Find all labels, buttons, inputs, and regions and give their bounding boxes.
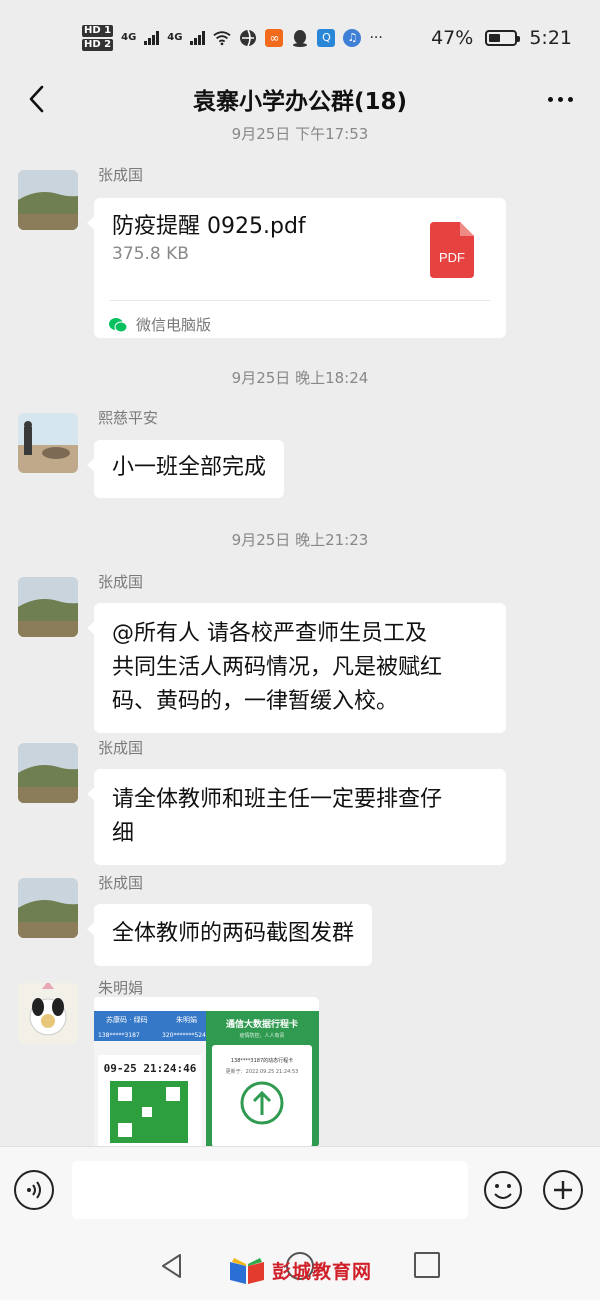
- svg-text:138****3187的动态行程卡: 138****3187的动态行程卡: [231, 1057, 293, 1064]
- timestamp: 9月25日 下午17:53: [231, 125, 369, 143]
- message-bubble[interactable]: 请全体教师和班主任一定要排查仔 细: [87, 769, 506, 865]
- file-source: 微信电脑版: [108, 308, 211, 342]
- music-icon: ♫: [343, 28, 362, 47]
- message-item: 张成国 请全体教师和班主任一定要排查仔 细: [18, 739, 582, 865]
- hd2-badge: HD 2: [82, 38, 114, 51]
- svg-text:PDF: PDF: [439, 250, 465, 265]
- voice-button[interactable]: [14, 1170, 54, 1210]
- sender-name: 张成国: [98, 573, 144, 591]
- timestamp: 9月25日 晚上18:24: [231, 369, 369, 387]
- hd1-badge: HD 1: [82, 24, 114, 37]
- message-bubble[interactable]: 全体教师的两码截图发群: [86, 904, 373, 966]
- globe-icon: [239, 29, 257, 47]
- svg-text:通信大数据行程卡: 通信大数据行程卡: [226, 1018, 298, 1030]
- back-button[interactable]: [18, 81, 54, 117]
- file-message[interactable]: 防疫提醒 0925.pdf 375.8 KB PDF 微信电脑版: [87, 198, 506, 338]
- wechat-icon: [109, 318, 128, 333]
- status-bar: HD 1 HD 2 4G 4G ∞ Q ♫ ··· 47% 5:21: [0, 0, 600, 75]
- file-source-label: 微信电脑版: [136, 316, 212, 334]
- message-item: 朱明娟 苏康码 · 绿码 朱明娟 138*****3187 320*******…: [18, 979, 582, 1146]
- message-line: 共同生活人两码情况，凡是被赋红: [112, 655, 443, 680]
- more-notifications-icon: ···: [369, 29, 383, 46]
- timestamp: 9月25日 晚上21:23: [231, 531, 369, 549]
- svg-text:320*******524: 320*******524: [162, 1032, 206, 1039]
- clock: 5:21: [529, 26, 572, 49]
- avatar[interactable]: [18, 878, 78, 938]
- chat-header: 袁寨小学办公群(18): [0, 75, 600, 123]
- svg-text:朱明娟: 朱明娟: [176, 1015, 197, 1024]
- sender-name: 张成国: [98, 739, 144, 757]
- app-icon-orange: ∞: [265, 28, 284, 47]
- message-item: 张成国 全体教师的两码截图发群: [18, 874, 582, 968]
- watermark-text: 彭城教育网: [272, 1260, 373, 1283]
- avatar[interactable]: [18, 743, 78, 803]
- message-input[interactable]: [72, 1161, 468, 1219]
- nav-recent-icon[interactable]: [414, 1252, 440, 1278]
- sender-name: 熙慈平安: [98, 409, 159, 427]
- app-icon-blue: Q: [317, 28, 336, 47]
- message-line: 码、黄码的，一律暂缓入校。: [112, 689, 399, 714]
- sender-name: 张成国: [98, 874, 144, 892]
- network-type-1: 4G: [121, 32, 137, 43]
- battery-icon: [485, 29, 521, 46]
- avatar[interactable]: [18, 413, 78, 473]
- sender-name: 张成国: [98, 166, 144, 184]
- avatar[interactable]: [18, 983, 78, 1043]
- svg-text:疫情防控，人人有责: 疫情防控，人人有责: [239, 1032, 284, 1039]
- sender-name: 朱明娟: [98, 979, 144, 997]
- message-item: 张成国 @所有人 请各校严查师生员工及 共同生活人两码情况，凡是被赋红 码、黄码…: [18, 573, 582, 733]
- message-bubble[interactable]: @所有人 请各校严查师生员工及 共同生活人两码情况，凡是被赋红 码、黄码的，一律…: [87, 603, 506, 733]
- message-list[interactable]: 9月25日 下午17:53 张成国 防疫提醒 0925.pdf 375.8 KB…: [0, 123, 600, 1146]
- voice-icon: [27, 1181, 41, 1199]
- watermark: 彭城教育网: [228, 1254, 372, 1286]
- plus-button[interactable]: [543, 1170, 583, 1210]
- divider: [110, 300, 490, 301]
- nav-back-icon[interactable]: [158, 1252, 186, 1280]
- message-line: 细: [112, 821, 135, 846]
- message-line: 请全体教师和班主任一定要排查仔: [112, 787, 443, 812]
- plus-icon: [554, 1181, 572, 1199]
- svg-text:苏康码 · 绿码: 苏康码 · 绿码: [106, 1015, 148, 1024]
- system-nav-bar: 彭城教育网: [0, 1232, 600, 1300]
- svg-text:更新于：2022.09.25 21:24:53: 更新于：2022.09.25 21:24:53: [226, 1068, 299, 1075]
- svg-text:09-25 21:24:46: 09-25 21:24:46: [104, 1062, 197, 1075]
- avatar[interactable]: [18, 170, 78, 230]
- more-options-button[interactable]: [538, 81, 582, 117]
- chevron-left-icon: [29, 85, 44, 113]
- signal-icon: [144, 30, 160, 45]
- qq-icon: [291, 29, 309, 47]
- network-type-2: 4G: [167, 32, 183, 43]
- avatar[interactable]: [18, 577, 78, 637]
- input-bar: [0, 1146, 600, 1232]
- battery-percent: 47%: [431, 26, 474, 49]
- signal-icon: [190, 30, 206, 45]
- smile-icon: [484, 1171, 522, 1209]
- message-item: 熙慈平安 小一班全部完成: [18, 409, 582, 503]
- wifi-icon: [213, 29, 232, 47]
- svg-text:138*****3187: 138*****3187: [98, 1032, 140, 1039]
- message-line: @所有人 请各校严查师生员工及: [112, 621, 427, 646]
- pdf-icon: PDF: [430, 222, 474, 278]
- message-bubble[interactable]: 小一班全部完成: [86, 440, 285, 498]
- image-message[interactable]: 苏康码 · 绿码 朱明娟 138*****3187 320*******524 …: [94, 997, 319, 1146]
- book-logo-icon: [230, 1258, 264, 1284]
- emoji-button[interactable]: [483, 1170, 523, 1210]
- message-item: 张成国 防疫提醒 0925.pdf 375.8 KB PDF 微信电脑版: [18, 166, 582, 338]
- chat-title: 袁寨小学办公群(18): [192, 89, 408, 115]
